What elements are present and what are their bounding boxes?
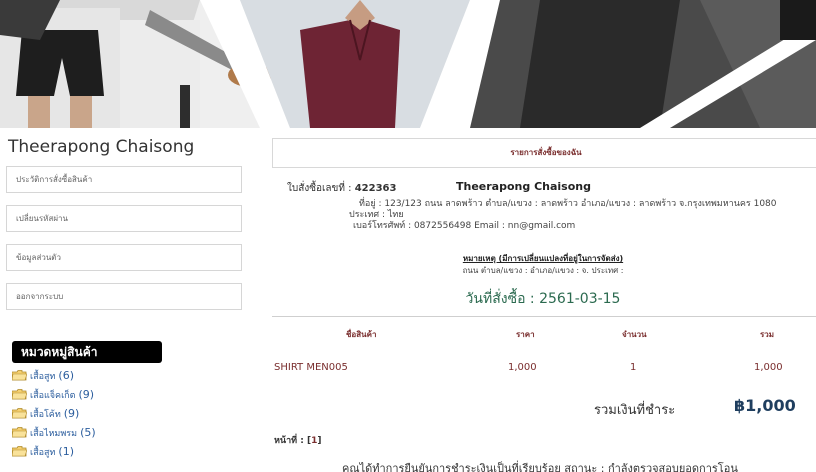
column-header-quantity: จำนวน [622,330,647,339]
category-count: (9) [63,407,80,420]
folder-icon [12,389,27,400]
divider [272,316,816,317]
order-history-button[interactable]: ประวัติการสั่งซื้อสินค้า [6,166,242,193]
grand-total-value: ฿1,000 [734,396,796,415]
item-name: SHIRT MEN005 [274,362,348,373]
folder-icon [12,370,27,381]
grand-total-label: รวมเงินที่ชำระ [594,403,676,418]
column-header-price: ราคา [516,330,535,339]
page-link-current[interactable]: 1 [311,436,317,446]
country-line: ประเทศ : ไทย [349,210,404,220]
change-password-button[interactable]: เปลี่ยนรหัสผ่าน [6,205,242,232]
item-total: 1,000 [754,362,783,373]
category-count: (5) [80,426,96,439]
folder-icon [12,446,27,457]
category-name: เสื้อสูท [30,371,56,382]
personal-info-button[interactable]: ข้อมูลส่วนตัว [6,244,242,271]
customer-address: ที่อยู่ : 123/123 ถนน ลาดพร้าว ตำบล/แขวง… [349,199,777,232]
item-price: 1,000 [508,362,537,373]
category-name: เสื้อแจ็คเก็ต [30,390,76,401]
address-line: ที่อยู่ : 123/123 ถนน ลาดพร้าว ตำบล/แขวง… [359,199,777,209]
order-detail-panel: รายการสั่งซื้อของฉัน ใบสั่งซื้อเลขที่ : … [270,128,816,472]
order-date: วันที่สั่งซื้อ : 2561-03-15 [465,291,621,307]
category-name: เสื้อสูท [30,447,56,458]
category-item[interactable]: เสื้อสูท (6) [12,366,212,385]
item-quantity: 1 [630,362,637,373]
category-item[interactable]: เสื้อแจ็คเก็ต (9) [12,385,212,404]
order-number: 422363 [354,183,397,194]
column-header-product: ชื่อสินค้า [346,330,377,339]
category-item[interactable]: เสื้อไหมพรม (5) [12,423,212,442]
contact-line: เบอร์โทรศัพท์ : 0872556498 Email : nn@gm… [353,221,576,231]
order-number-label: ใบสั่งซื้อเลขที่ : [287,183,352,194]
category-list: เสื้อสูท (6) เสื้อแจ็คเก็ต (9) เสื้อโค้ท… [12,366,212,461]
customer-name: Theerapong Chaisong [456,180,591,193]
user-name: Theerapong Chaisong [8,137,195,157]
sidebar: Theerapong Chaisong ประวัติการสั่งซื้อสิ… [0,128,262,472]
category-name: เสื้อโค้ท [30,409,61,420]
payment-status-message: คุณได้ทำการยืนยันการชำระเงินเป็นที่เรียบ… [342,462,738,472]
banner-photo-collage [0,0,816,128]
category-count: (9) [78,388,95,401]
category-count: (6) [58,369,74,382]
shipping-note-text: ถนน ตำบล/แขวง : อำเภอ/แขวง : จ. ประเทศ : [462,266,624,275]
folder-icon [12,427,27,438]
logout-button[interactable]: ออกจากระบบ [6,283,242,310]
category-count: (1) [58,445,74,458]
category-name: เสื้อไหมพรม [30,428,78,439]
category-item[interactable]: เสื้อโค้ท (9) [12,404,212,423]
panel-title: รายการสั่งซื้อของฉัน [272,138,816,168]
header-banner [0,0,816,128]
folder-icon [12,408,27,419]
page-label: หน้าที่ : [274,436,304,446]
category-heading: หมวดหมู่สินค้า [12,341,162,363]
pagination: หน้าที่ : [1] [274,436,322,446]
order-number-line: ใบสั่งซื้อเลขที่ : 422363 [287,181,396,196]
column-header-total: รวม [760,330,775,339]
category-item[interactable]: เสื้อสูท (1) [12,442,212,461]
